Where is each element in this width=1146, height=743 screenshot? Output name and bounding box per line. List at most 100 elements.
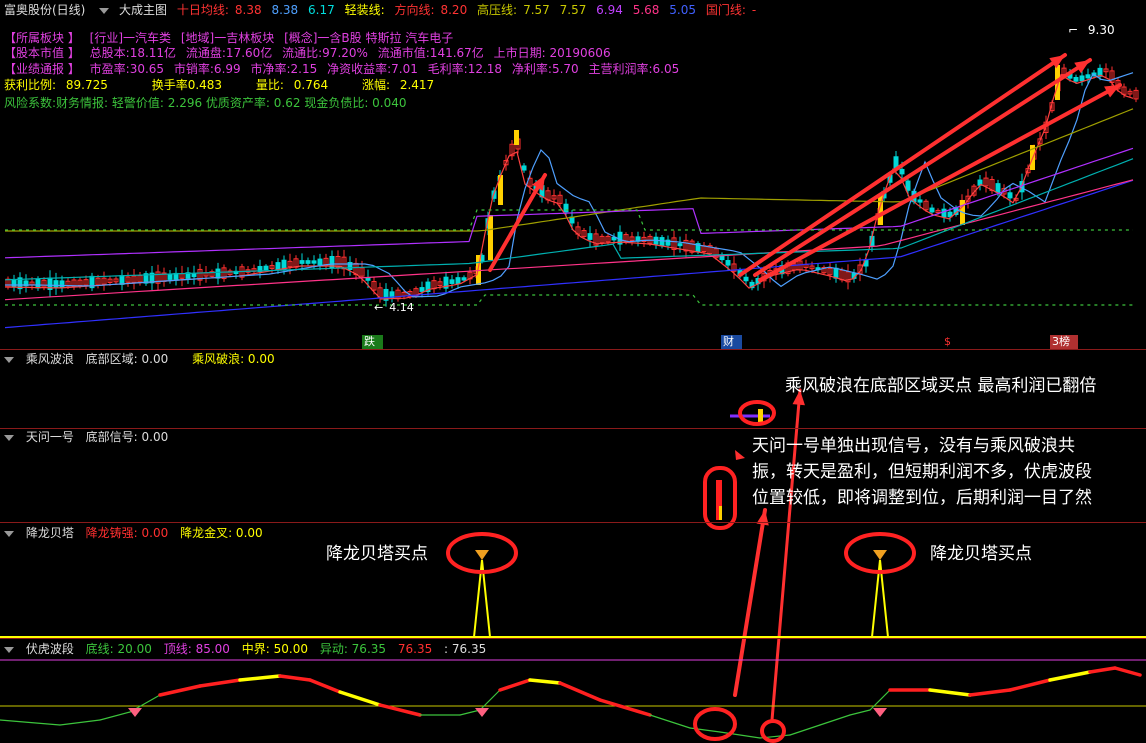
green-dashed-line-low (5, 294, 1133, 306)
panel4-name[interactable]: 伏虎波段 (26, 642, 74, 656)
oscillator-segment (598, 698, 652, 717)
collapse-icon[interactable] (4, 434, 14, 441)
panel3-header[interactable]: 降龙贝塔 降龙铸强: 0.00 降龙金叉: 0.00 (0, 526, 271, 540)
oscillator-segment (819, 714, 851, 726)
candle-body (461, 277, 467, 281)
oscillator-segment (59, 719, 101, 726)
oscillator-segment (849, 709, 871, 716)
red-arrow (758, 83, 1122, 282)
candle-body (743, 276, 749, 282)
panel1-field-wave: 乘风破浪: 0.00 (192, 352, 275, 366)
oscillator-segment (238, 674, 282, 682)
oscillator-segment (158, 684, 202, 697)
signal-candle (488, 215, 493, 260)
oscillator-segment (479, 689, 501, 711)
candle-body (719, 255, 725, 261)
panel1-name[interactable]: 乘风波浪 (26, 352, 74, 366)
panel3-name[interactable]: 降龙贝塔 (26, 526, 74, 540)
candle-body (263, 265, 269, 271)
highlight-circle (760, 719, 786, 743)
panel1-field-bottom-zone: 底部区域: 0.00 (85, 352, 169, 366)
oscillator-segment (1048, 670, 1092, 682)
panel4-header[interactable]: 伏虎波段 底线: 20.00 顶线: 85.00 中界: 50.00 异动: 7… (0, 642, 494, 656)
candle-body (677, 243, 683, 247)
marker-fall[interactable]: 跌 (362, 335, 383, 349)
panel4-field-bottom: 底线: 20.00 (85, 642, 152, 656)
oscillator-segment (1008, 678, 1052, 692)
candle-body (275, 262, 281, 270)
candle-body (587, 233, 593, 240)
oscillator-segment (278, 674, 312, 682)
annotation-beta-buy-1: 降龙贝塔买点 (326, 544, 428, 564)
highlight-circle (738, 400, 776, 426)
oscillator-segment (99, 711, 131, 721)
low-price-label: ← 4.14 (374, 301, 414, 314)
oscillator-segment (528, 678, 562, 685)
candlestick-layer (5, 63, 1139, 307)
oscillator-segment (968, 688, 1012, 697)
oscillator-segment (338, 690, 382, 707)
candle-body (419, 287, 425, 292)
beta-diamond-icon (873, 550, 887, 560)
divider (0, 428, 1146, 429)
panel2-header[interactable]: 天问一号 底部信号: 0.00 (0, 430, 176, 444)
candle-body (455, 277, 461, 285)
oscillator-segment (1113, 666, 1142, 677)
diamond-icon (873, 708, 887, 717)
collapse-icon[interactable] (4, 530, 14, 537)
divider (0, 638, 1146, 639)
candle-body (1085, 74, 1091, 79)
candle-body (191, 273, 197, 278)
panel4-field-value-red: 76.35 (397, 642, 433, 656)
candle-body (899, 168, 905, 175)
annotation-line: 天问一号单独出现信号，没有与乘风破浪共 (752, 436, 1075, 456)
annotation-beta-buy-2: 降龙贝塔买点 (930, 544, 1032, 564)
annotation-wave-buy: 乘风破浪在底部区域买点 最高利润已翻倍 (785, 376, 1097, 396)
oscillator-segment (928, 688, 972, 697)
marker-dollar[interactable]: $ (944, 335, 957, 349)
oscillator-segment (198, 678, 242, 688)
candle-body (929, 207, 935, 213)
arrow-head (735, 450, 745, 460)
panel3-field-strong: 降龙铸强: 0.00 (85, 526, 169, 540)
diamond-icon (475, 708, 489, 717)
oscillator-segment (308, 678, 342, 694)
collapse-icon[interactable] (4, 356, 14, 363)
candle-body (311, 260, 317, 264)
oscillator-segment (498, 678, 532, 692)
marker-finance[interactable]: 财 (721, 335, 742, 349)
annotation-line: 振，转天是盈利，但短期利润不多，伏虎波段 (752, 462, 1092, 482)
oscillator-segment (789, 724, 821, 736)
candle-body (59, 280, 65, 288)
candle-body (1073, 77, 1079, 82)
panel4-field-move: 异动: 76.35 (319, 642, 387, 656)
candle-body (995, 183, 1001, 193)
candle-body (449, 279, 455, 284)
oscillator-segment (0, 719, 61, 726)
candle-body (833, 267, 839, 279)
oscillator-segment (558, 681, 602, 702)
tianwen-signal-base (719, 506, 722, 520)
candle-body (1079, 75, 1085, 82)
highlight-circle (693, 707, 737, 741)
panel4-field-value-white: : 76.35 (444, 642, 487, 656)
chart-canvas[interactable] (0, 0, 1146, 743)
high-price-label: ⌐ 9.30 (1068, 23, 1115, 37)
candle-body (35, 278, 41, 289)
divider (0, 349, 1146, 350)
ma-blue-line (5, 72, 1134, 298)
panel2-field-bottom-signal: 底部信号: 0.00 (85, 430, 169, 444)
pink-band-line (4, 179, 1134, 301)
panel4-field-mid: 中界: 50.00 (241, 642, 308, 656)
panel2-name[interactable]: 天问一号 (26, 430, 74, 444)
collapse-icon[interactable] (4, 646, 14, 653)
red-arrow (738, 53, 1067, 277)
candle-body (941, 208, 947, 218)
oscillator-segment (459, 709, 481, 716)
panel1-header[interactable]: 乘风波浪 底部区域: 0.00 乘风破浪: 0.00 (0, 352, 283, 366)
signal-candle (514, 130, 519, 145)
marker-top-list[interactable]: 3榜 (1050, 335, 1078, 349)
candle-body (725, 260, 731, 266)
candle-body (167, 273, 173, 280)
oscillator-segment (1088, 666, 1117, 674)
